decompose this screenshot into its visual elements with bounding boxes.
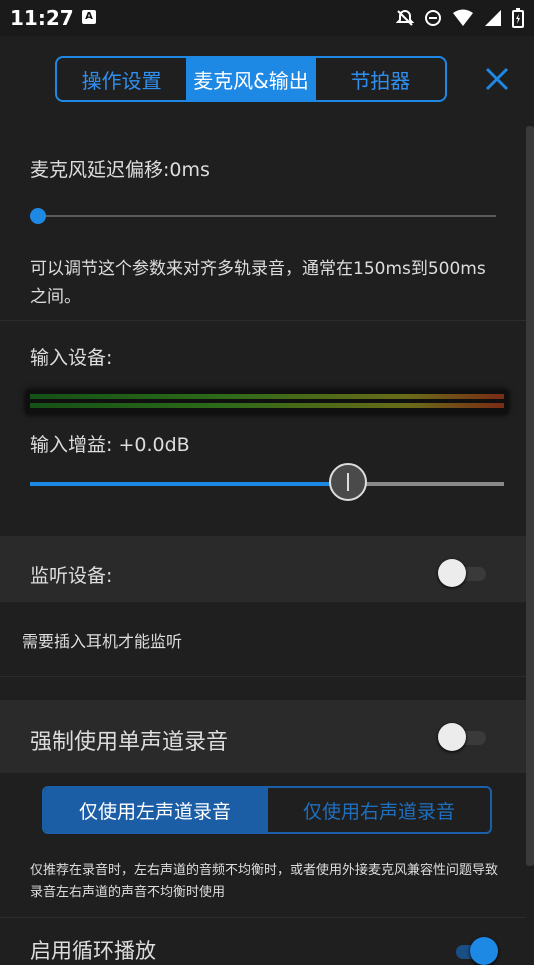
battery-icon: [512, 8, 524, 32]
loop-toggle-thumb: [470, 937, 498, 965]
app-notification-icon: A: [82, 10, 96, 24]
divider: [0, 917, 526, 918]
loop-toggle[interactable]: [448, 937, 500, 965]
status-time: 11:27: [10, 6, 74, 30]
mic-delay-description: 可以调节这个参数来对齐多轨录音，通常在150ms到500ms之间。: [30, 259, 486, 307]
mono-row: 强制使用单声道录音: [0, 700, 526, 773]
monitor-toggle-thumb: [438, 559, 466, 587]
meter-bar-right: [30, 403, 504, 408]
right-channel-button[interactable]: 仅使用右声道录音: [266, 788, 490, 832]
input-gain-label: 输入增益: +0.0dB: [30, 434, 190, 456]
mono-toggle-thumb: [438, 723, 466, 751]
input-device-label: 输入设备:: [30, 347, 113, 369]
status-bar: 11:27 A: [0, 0, 534, 36]
mic-delay-slider-thumb[interactable]: [30, 208, 46, 224]
wifi-icon: [452, 9, 474, 31]
input-level-meter: [26, 390, 508, 414]
input-gain-slider-thumb[interactable]: [328, 463, 367, 501]
monitor-label: 监听设备:: [30, 565, 113, 587]
channel-note: 仅推荐在录音时，左右声道的音频不均衡时，或者使用外接麦克风兼容性问题导致录音左右…: [30, 863, 499, 900]
channel-selector: 仅使用左声道录音 仅使用右声道录音: [42, 786, 492, 834]
tab-mic-output[interactable]: 麦克风&输出: [186, 58, 316, 100]
mic-delay-slider-track[interactable]: [38, 215, 496, 217]
mono-label: 强制使用单声道录音: [30, 730, 229, 755]
tab-operation-settings[interactable]: 操作设置: [57, 58, 186, 100]
mute-bell-icon: [395, 9, 415, 31]
tab-metronome[interactable]: 节拍器: [316, 58, 445, 100]
monitor-row: 监听设备:: [0, 536, 526, 602]
mic-delay-label: 麦克风延迟偏移:0ms: [30, 159, 210, 181]
monitor-toggle[interactable]: [438, 559, 490, 587]
mono-toggle[interactable]: [438, 723, 490, 751]
left-channel-button[interactable]: 仅使用左声道录音: [44, 788, 266, 832]
do-not-disturb-icon: [424, 9, 442, 31]
divider: [0, 320, 526, 321]
close-icon[interactable]: [482, 64, 512, 94]
input-gain-slider-fill: [30, 482, 348, 486]
scrollbar[interactable]: [526, 126, 534, 866]
signal-icon: [484, 9, 502, 31]
meter-bar-left: [30, 394, 504, 399]
loop-label: 启用循环播放: [30, 939, 156, 963]
status-icons: [395, 8, 524, 32]
monitor-hint: 需要插入耳机才能监听: [22, 632, 183, 651]
divider: [0, 676, 526, 677]
settings-tabs: 操作设置 麦克风&输出 节拍器: [55, 56, 447, 102]
